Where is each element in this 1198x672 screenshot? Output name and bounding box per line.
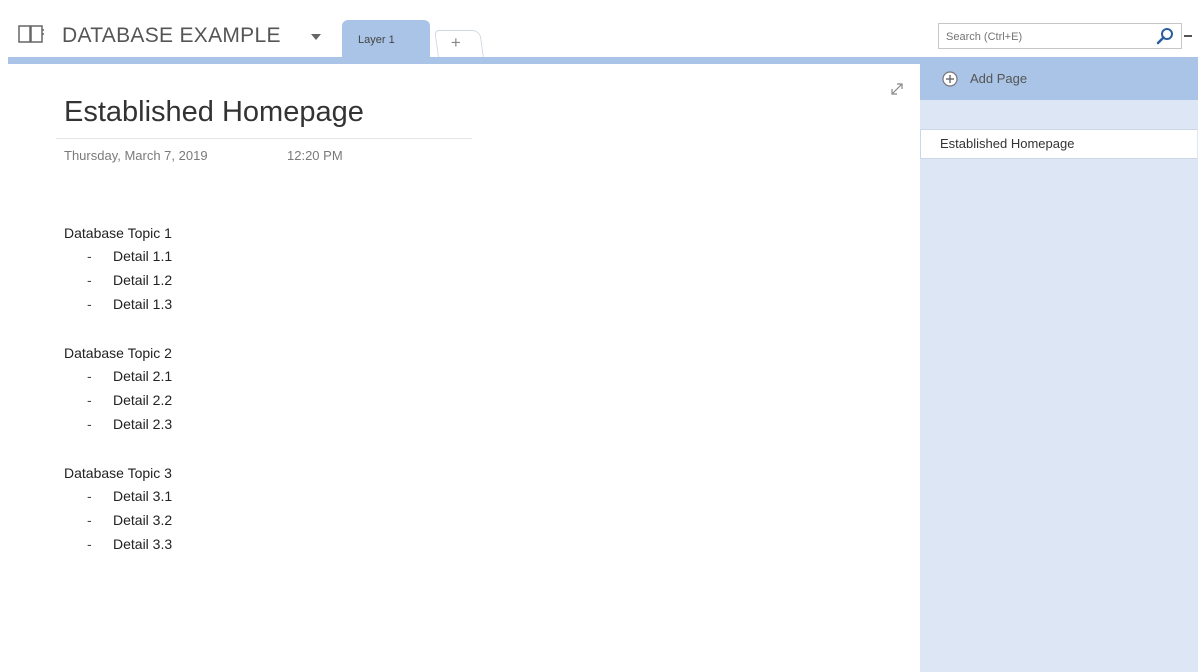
chevron-down-icon[interactable] — [311, 34, 321, 40]
bullet-dash: - — [87, 248, 92, 264]
add-page-label: Add Page — [970, 71, 1028, 86]
page-title[interactable]: Established Homepage — [64, 96, 364, 129]
search-icon[interactable] — [1156, 27, 1176, 45]
page-list-pane: Add Page Established Homepage — [920, 64, 1198, 672]
bullet-dash: - — [87, 488, 92, 504]
page-time: 12:20 PM — [287, 148, 343, 163]
list-item[interactable]: - Detail 3.1 — [64, 484, 364, 508]
tab-section-label: Layer 1 — [358, 34, 395, 46]
detail-text: Detail 2.3 — [113, 416, 173, 432]
bullet-dash: - — [87, 536, 92, 552]
list-item[interactable]: - Detail 1.1 — [64, 244, 364, 268]
notebook-icon[interactable] — [18, 24, 44, 44]
list-item[interactable]: - Detail 1.3 — [64, 292, 364, 316]
tab-underline — [8, 57, 1198, 64]
page-date: Thursday, March 7, 2019 — [64, 148, 208, 163]
tab-section[interactable]: Layer 1 — [342, 20, 430, 60]
title-divider — [56, 138, 472, 139]
detail-text: Detail 2.1 — [113, 368, 173, 384]
notebook-header: DATABASE EXAMPLE Layer 1 + — [0, 0, 1198, 60]
bullet-dash: - — [87, 392, 92, 408]
bullet-dash: - — [87, 368, 92, 384]
topic-heading[interactable]: Database Topic 2 — [64, 342, 364, 364]
note-content[interactable]: Database Topic 1 - Detail 1.1 - Detail 1.2… — [64, 222, 364, 556]
list-item[interactable]: - Detail 2.1 — [64, 364, 364, 388]
topic-heading[interactable]: Database Topic 1 — [64, 222, 364, 244]
list-item[interactable]: - Detail 2.2 — [64, 388, 364, 412]
page-list-item-label: Established Homepage — [940, 136, 1075, 151]
detail-text: Detail 1.2 — [113, 272, 173, 288]
list-item[interactable]: - Detail 3.2 — [64, 508, 364, 532]
list-item[interactable]: - Detail 3.3 — [64, 532, 364, 556]
list-item[interactable]: - Detail 1.2 — [64, 268, 364, 292]
add-page-button[interactable]: Add Page — [920, 64, 1198, 100]
search-box[interactable] — [938, 23, 1182, 49]
detail-text: Detail 3.2 — [113, 512, 173, 528]
add-section-tab[interactable]: + — [434, 30, 484, 57]
bullet-dash: - — [87, 416, 92, 432]
bullet-dash: - — [87, 512, 92, 528]
bullet-dash: - — [87, 272, 92, 288]
detail-text: Detail 3.3 — [113, 536, 173, 552]
notebook-title[interactable]: DATABASE EXAMPLE — [62, 24, 281, 48]
bullet-dash: - — [87, 296, 92, 312]
search-input[interactable] — [944, 27, 1148, 47]
detail-text: Detail 3.1 — [113, 488, 173, 504]
expand-icon[interactable] — [890, 82, 904, 96]
detail-text: Detail 1.1 — [113, 248, 173, 264]
detail-text: Detail 2.2 — [113, 392, 173, 408]
search-options-icon[interactable] — [1184, 35, 1192, 37]
add-section-label: + — [450, 33, 461, 52]
add-circle-icon — [942, 71, 958, 87]
list-item[interactable]: - Detail 2.3 — [64, 412, 364, 436]
topic-heading[interactable]: Database Topic 3 — [64, 462, 364, 484]
page-list-item[interactable]: Established Homepage — [920, 129, 1197, 159]
detail-text: Detail 1.3 — [113, 296, 173, 312]
